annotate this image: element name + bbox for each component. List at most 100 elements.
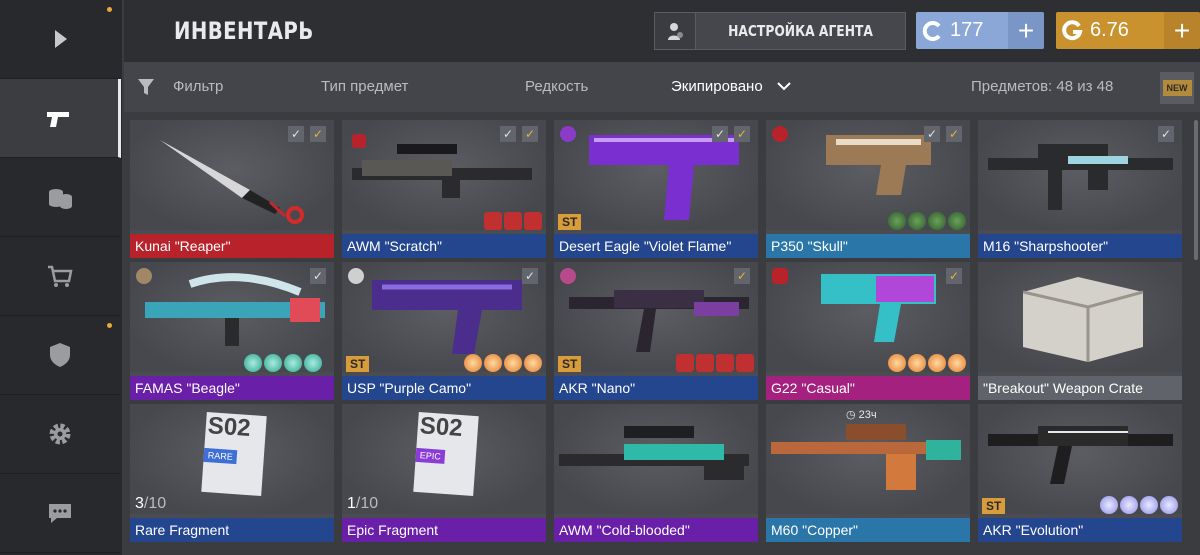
fragment-card-image: S02 EPIC [413, 412, 479, 496]
sidebar-item-clan[interactable] [0, 316, 120, 395]
credits-balance: 177 + [916, 12, 1044, 49]
scrollbar[interactable] [1194, 120, 1198, 260]
stattrack-badge: ST [346, 356, 370, 372]
sidebar-item-play[interactable] [0, 0, 120, 79]
equipped-label: Экипировано [671, 78, 763, 95]
add-credits-button[interactable]: + [1008, 12, 1044, 49]
patch-icon [772, 268, 788, 284]
stattrack-badge: ST [558, 214, 582, 230]
season-label: S02 [206, 412, 252, 443]
agent-settings-label: НАСТРОЙКА АГЕНТА [728, 22, 873, 40]
sidebar-item-settings[interactable] [0, 395, 120, 474]
inventory-card[interactable]: "Breakout" Weapon Crate [978, 262, 1182, 400]
inventory-card[interactable]: ✓ ✓ Kunai "Reaper" [130, 120, 334, 258]
filter-icon [138, 79, 154, 95]
sidebar-item-chat[interactable] [0, 474, 120, 553]
sticker-icon [928, 212, 946, 230]
rarity-filter[interactable]: Редкость [525, 62, 588, 112]
notification-dot [107, 7, 112, 12]
weapon-crate-image [1022, 277, 1144, 362]
item-art [978, 262, 1182, 372]
inventory-card[interactable]: S02 RARE 3/10 Rare Fragment [130, 404, 334, 542]
equipped-ct-check: ✓ [1158, 126, 1174, 142]
item-name: M60 "Copper" [766, 518, 970, 542]
stattrack-badge: ST [982, 498, 1006, 514]
sticker-icon [524, 212, 542, 230]
epic-label: EPIC [415, 447, 446, 464]
agent-settings-button[interactable]: НАСТРОЙКА АГЕНТА [654, 12, 906, 50]
item-name: AKR "Evolution" [978, 518, 1182, 542]
sticker-icon [524, 354, 542, 372]
inventory-card[interactable]: ✓ ✓ ST Desert Eagle "Violet Flame" [554, 120, 758, 258]
rental-timer: ◷ 23ч [846, 408, 877, 421]
stickers [244, 354, 322, 372]
equipped-ct-check: ✓ [924, 126, 940, 142]
item-name: AWM "Cold-blooded" [554, 518, 758, 542]
item-name: Desert Eagle "Violet Flame" [554, 234, 758, 258]
item-art [554, 404, 758, 514]
sidebar [0, 0, 122, 555]
sticker-icon [1140, 496, 1158, 514]
stickers [464, 354, 542, 372]
m16-rifle-image [988, 144, 1173, 210]
equipped-ct-check: ✓ [500, 126, 516, 142]
equipped-t-check: ✓ [946, 268, 962, 284]
chat-icon [49, 504, 71, 523]
inventory-card[interactable]: ✓ M16 "Sharpshooter" [978, 120, 1182, 258]
inventory-card[interactable]: AWM "Cold-blooded" [554, 404, 758, 542]
sticker-icon [716, 354, 734, 372]
item-art [978, 120, 1182, 230]
stickers [888, 354, 966, 372]
stickers [484, 212, 542, 230]
clock-icon: ◷ [846, 409, 856, 421]
credits-icon [916, 12, 950, 49]
patch-icon [772, 126, 788, 142]
sticker-icon [504, 354, 522, 372]
add-gold-button[interactable]: + [1164, 12, 1200, 49]
equipped-ct-check: ✓ [712, 126, 728, 142]
equipped-ct-check: ✓ [310, 268, 326, 284]
sticker-icon [1120, 496, 1138, 514]
filter-bar: Фильтр Тип предмет Редкость Экипировано … [124, 62, 1200, 112]
sticker-icon [948, 354, 966, 372]
sticker-icon [908, 354, 926, 372]
filter-button[interactable]: Фильтр [173, 62, 223, 112]
stattrack-badge: ST [558, 356, 582, 372]
equipped-t-check: ✓ [946, 126, 962, 142]
item-name: G22 "Casual" [766, 376, 970, 400]
sticker-icon [908, 212, 926, 230]
item-name: Epic Fragment [342, 518, 546, 542]
sticker-icon [284, 354, 302, 372]
inventory-card[interactable]: ✓ ✓ AWM "Scratch" [342, 120, 546, 258]
inventory-card[interactable]: ◷ 23ч M60 "Copper" [766, 404, 970, 542]
patch-icon [560, 268, 576, 284]
sticker-icon [244, 354, 262, 372]
equipped-dropdown[interactable]: Экипировано [671, 62, 791, 112]
patch-icon [560, 126, 576, 142]
agent-icon [655, 13, 696, 49]
inventory-card[interactable]: ✓ ✓ P350 "Skull" [766, 120, 970, 258]
item-type-filter[interactable]: Тип предмет [321, 62, 408, 112]
inventory-card[interactable]: ST AKR "Evolution" [978, 404, 1182, 542]
sticker-icon [464, 354, 482, 372]
new-label: NEW [1162, 80, 1192, 96]
inventory-card[interactable]: ✓ ST AKR "Nano" [554, 262, 758, 400]
item-name: Rare Fragment [130, 518, 334, 542]
new-items-badge[interactable]: NEW [1160, 72, 1194, 104]
item-name: Kunai "Reaper" [130, 234, 334, 258]
sidebar-item-inventory[interactable] [0, 79, 121, 158]
inventory-card[interactable]: ✓ G22 "Casual" [766, 262, 970, 400]
sticker-icon [948, 212, 966, 230]
awm-cold-blooded-image [559, 426, 749, 480]
inventory-card[interactable]: ✓ ST USP "Purple Camo" [342, 262, 546, 400]
cart-icon [48, 265, 73, 287]
sidebar-item-shop[interactable] [0, 237, 120, 316]
timer-value: 23ч [858, 409, 877, 421]
item-name: AWM "Scratch" [342, 234, 546, 258]
patch-icon [136, 268, 152, 284]
inventory-card[interactable]: ✓ FAMAS "Beagle" [130, 262, 334, 400]
sidebar-item-coins[interactable] [0, 158, 120, 237]
sticker-icon [888, 212, 906, 230]
sticker-icon [736, 354, 754, 372]
inventory-card[interactable]: S02 EPIC 1/10 Epic Fragment [342, 404, 546, 542]
